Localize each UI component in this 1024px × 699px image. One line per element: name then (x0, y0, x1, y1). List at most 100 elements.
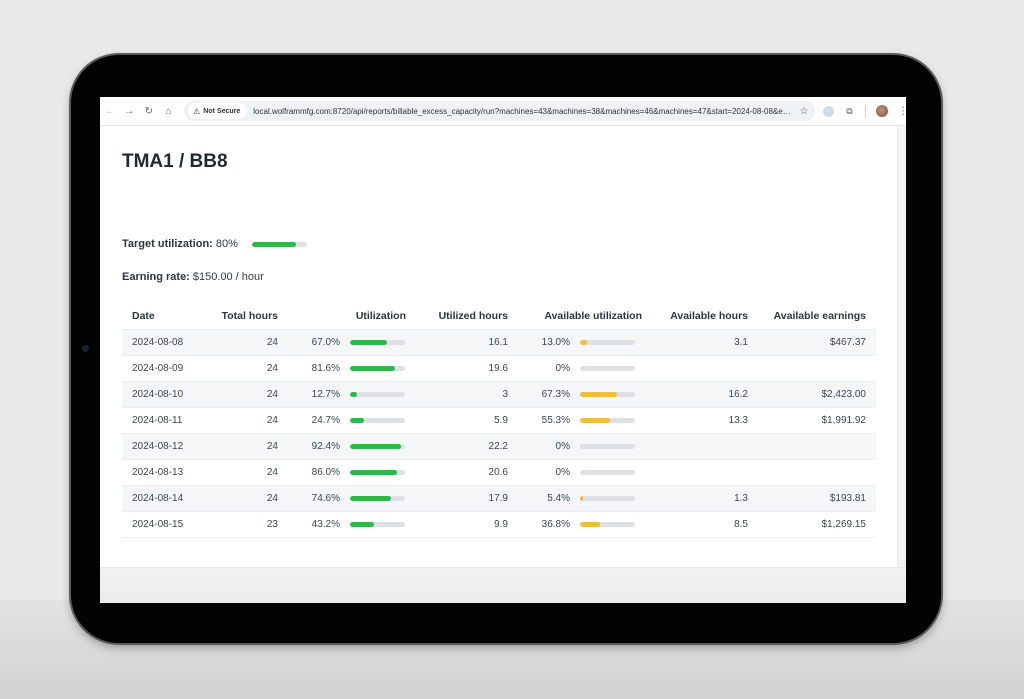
table-row: 2024-08-13 24 86.0% 20.6 0% (122, 459, 876, 486)
cell-available-hours (652, 459, 758, 486)
target-utilization: Target utilization: 80% (122, 238, 307, 250)
utilization-bar-fill (350, 339, 387, 345)
cell-total-hours: 24 (210, 459, 288, 486)
table-row: 2024-08-11 24 24.7% 5.9 55.3% 13.3 $1,991.92 (122, 407, 876, 434)
cell-utilization-bar (350, 355, 416, 382)
cell-available-hours (652, 433, 758, 460)
menu-kebab-icon[interactable]: ⋮ (898, 106, 906, 117)
lens-extension-icon[interactable] (823, 105, 835, 117)
cell-available-utilization-bar (580, 355, 652, 382)
cell-utilization: 81.6% (288, 355, 350, 382)
cell-utilized-hours: 9.9 (416, 511, 518, 538)
cell-available-utilization-bar (580, 485, 652, 512)
cell-available-earnings: $467.37 (758, 329, 876, 356)
utilization-bar (350, 443, 405, 449)
page-scrollbar[interactable] (897, 126, 906, 567)
header-utilization[interactable]: Utilization (288, 303, 416, 330)
utilization-bar-fill (350, 417, 364, 423)
cell-date: 2024-08-12 (122, 433, 210, 460)
available-utilization-bar-fill (580, 495, 583, 501)
cell-available-hours (652, 355, 758, 382)
warning-triangle-icon: ⚠ (193, 106, 201, 116)
cell-available-utilization-bar (580, 329, 652, 356)
url-text[interactable]: local.wolframmfg.com:8720/api/reports/bi… (253, 107, 793, 116)
cell-available-earnings: $193.81 (758, 485, 876, 512)
cell-date: 2024-08-10 (122, 381, 210, 408)
security-label: Not Secure (203, 107, 241, 115)
utilization-bar (350, 521, 405, 527)
cell-available-earnings: $1,269.15 (758, 511, 876, 538)
cell-available-utilization: 55.3% (518, 407, 580, 434)
forward-arrow-icon[interactable]: → (120, 106, 140, 117)
cell-available-hours: 1.3 (652, 485, 758, 512)
cell-available-hours: 8.5 (652, 511, 758, 538)
available-utilization-bar (580, 417, 635, 423)
profile-avatar[interactable] (876, 105, 889, 117)
cell-total-hours: 24 (210, 407, 288, 434)
utilization-bar (350, 469, 405, 475)
utilization-bar-fill (350, 365, 395, 371)
available-utilization-bar (580, 365, 635, 371)
cell-utilization-bar (350, 511, 416, 538)
cell-available-utilization-bar (580, 433, 652, 460)
cell-utilization: 92.4% (288, 433, 350, 460)
cell-date: 2024-08-14 (122, 485, 210, 512)
cell-utilization: 24.7% (288, 407, 350, 434)
cell-total-hours: 24 (210, 381, 288, 408)
home-icon[interactable]: ⌂ (159, 106, 179, 117)
back-arrow-icon[interactable]: ← (100, 106, 120, 117)
cell-utilization: 67.0% (288, 329, 350, 356)
available-utilization-bar-fill (580, 339, 588, 345)
cell-utilization-bar (350, 407, 416, 434)
cell-utilized-hours: 19.6 (416, 355, 518, 382)
cell-utilized-hours: 20.6 (416, 459, 518, 486)
capacity-table: Date Total hours Utilization Utilized ho… (122, 303, 876, 538)
cell-total-hours: 23 (210, 511, 288, 538)
utilization-bar-fill (350, 443, 401, 449)
cell-available-utilization: 36.8% (518, 511, 580, 538)
cell-available-utilization-bar (580, 511, 652, 538)
header-available-earnings[interactable]: Available earnings (758, 303, 876, 330)
cell-utilized-hours: 16.1 (416, 329, 518, 356)
security-indicator[interactable]: ⚠ Not Secure (188, 103, 248, 119)
cell-utilization: 12.7% (288, 381, 350, 408)
browser-toolbar: ← → ↻ ⌂ ⚠ Not Secure local.wolframmfg.co… (100, 97, 906, 126)
cell-total-hours: 24 (210, 485, 288, 512)
address-bar[interactable]: ⚠ Not Secure local.wolframmfg.com:8720/a… (184, 101, 816, 121)
reload-icon[interactable]: ↻ (139, 106, 159, 117)
cell-available-utilization: 13.0% (518, 329, 580, 356)
utilization-bar (350, 365, 405, 371)
available-utilization-bar-fill (580, 521, 601, 527)
extensions-puzzle-icon[interactable]: ⧉ (844, 106, 855, 117)
header-total-hours[interactable]: Total hours (210, 303, 288, 330)
earning-rate-label: Earning rate: (122, 271, 190, 283)
cell-available-utilization-bar (580, 407, 652, 434)
table-row: 2024-08-15 23 43.2% 9.9 36.8% 8.5 $1,269.15 (122, 511, 876, 538)
available-utilization-bar-fill (580, 417, 611, 423)
utilization-bar-fill (350, 469, 398, 475)
page-title: TMA1 / BB8 (122, 151, 228, 172)
available-utilization-bar (580, 339, 635, 345)
cell-available-utilization: 0% (518, 355, 580, 382)
header-utilized-hours[interactable]: Utilized hours (416, 303, 518, 330)
screen-bottom-area (100, 567, 906, 603)
target-utilization-bar-fill (251, 241, 296, 247)
header-date[interactable]: Date (122, 303, 210, 330)
cell-date: 2024-08-13 (122, 459, 210, 486)
cell-utilization: 74.6% (288, 485, 350, 512)
available-utilization-bar (580, 391, 635, 397)
cell-utilization-bar (350, 459, 416, 486)
available-utilization-bar (580, 443, 635, 449)
bookmark-star-icon[interactable]: ☆ (793, 106, 815, 117)
header-available-utilization[interactable]: Available utilization (518, 303, 652, 330)
table-row: 2024-08-14 24 74.6% 17.9 5.4% 1.3 $193.81 (122, 485, 876, 512)
browser-window: ← → ↻ ⌂ ⚠ Not Secure local.wolframmfg.co… (100, 97, 906, 603)
cell-date: 2024-08-08 (122, 329, 210, 356)
utilization-bar-fill (350, 521, 374, 527)
table-header-row: Date Total hours Utilization Utilized ho… (122, 303, 876, 330)
cell-utilized-hours: 17.9 (416, 485, 518, 512)
cell-available-utilization: 67.3% (518, 381, 580, 408)
header-available-hours[interactable]: Available hours (652, 303, 758, 330)
cell-total-hours: 24 (210, 329, 288, 356)
table-row: 2024-08-12 24 92.4% 22.2 0% (122, 433, 876, 460)
